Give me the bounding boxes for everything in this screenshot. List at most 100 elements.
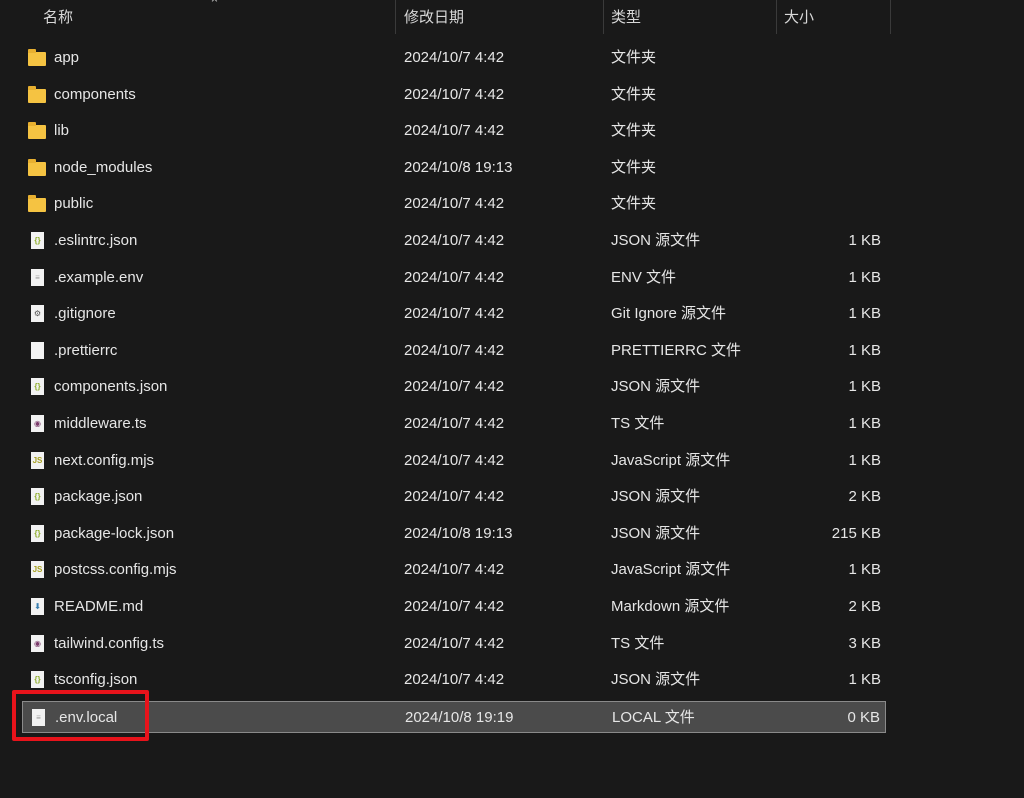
file-date: 2024/10/7 4:42: [404, 561, 505, 579]
file-date: 2024/10/7 4:42: [404, 49, 505, 66]
file-type: PRETTIERRC 文件: [611, 341, 742, 359]
file-type: Markdown 源文件: [611, 598, 730, 615]
column-size[interactable]: 大小: [784, 0, 814, 36]
file-size: 1 KB: [848, 561, 881, 579]
file-name: .prettierrc: [54, 341, 118, 359]
file-type: 文件夹: [611, 85, 657, 103]
file-size: 1 KB: [848, 451, 881, 469]
file-type: 文件夹: [611, 122, 657, 140]
file-size: 1 KB: [848, 378, 881, 396]
folder-icon: [28, 158, 46, 176]
json-file-icon: {}: [31, 671, 44, 689]
file-name: .example.env: [54, 268, 144, 286]
file-size: 1 KB: [848, 671, 881, 689]
file-row[interactable]: components 2024/10/7 4:42 文件夹: [22, 79, 886, 111]
file-row[interactable]: {} package-lock.json 2024/10/8 19:13 JSON 源…: [22, 518, 886, 550]
gear-file-icon: ⚙: [31, 305, 44, 323]
markdown-file-icon: ⬇: [31, 598, 44, 615]
file-type: 文件夹: [611, 158, 657, 176]
file-date: 2024/10/7 4:42: [404, 451, 505, 469]
file-row[interactable]: JS next.config.mjs 2024/10/7 4:42 JavaScrip…: [22, 445, 886, 477]
file-row[interactable]: public 2024/10/7 4:42 文件夹: [22, 188, 886, 220]
file-type: JSON 源文件: [611, 378, 701, 396]
folder-icon: [28, 195, 46, 213]
file-type: JSON 源文件: [611, 232, 701, 249]
file-date: 2024/10/8 19:13: [404, 524, 513, 542]
file-name: node_modules: [54, 158, 153, 176]
file-date: 2024/10/8 19:19: [405, 708, 514, 726]
file-date: 2024/10/7 4:42: [404, 305, 505, 323]
ts-file-icon: ◉: [31, 415, 44, 432]
file-date: 2024/10/7 4:42: [404, 415, 505, 432]
file-name: postcss.config.mjs: [54, 561, 177, 579]
file-size: 1 KB: [848, 268, 881, 286]
sort-ascending-icon[interactable]: ⌃: [209, 0, 220, 12]
folder-icon: [28, 122, 46, 140]
file-size: 215 KB: [831, 524, 881, 542]
json-file-icon: {}: [31, 378, 44, 396]
file-row[interactable]: {} tsconfig.json 2024/10/7 4:42 JSON 源文件 1 K…: [22, 664, 886, 696]
file-row[interactable]: {} components.json 2024/10/7 4:42 JSON 源文件 1…: [22, 371, 886, 403]
file-type: Git Ignore 源文件: [611, 305, 727, 323]
file-date: 2024/10/7 4:42: [404, 268, 505, 286]
file-size: 1 KB: [848, 415, 881, 432]
file-row[interactable]: {} .eslintrc.json 2024/10/7 4:42 JSON 源文件 1 …: [22, 225, 886, 257]
column-name[interactable]: 名称: [43, 0, 73, 36]
file-date: 2024/10/7 4:42: [404, 634, 505, 652]
file-size: 2 KB: [848, 598, 881, 615]
file-row[interactable]: ◉ middleware.ts 2024/10/7 4:42 TS 文件 1 KB: [22, 408, 886, 440]
blank-file-icon: [31, 341, 44, 359]
file-name: package.json: [54, 488, 143, 506]
file-date: 2024/10/7 4:42: [404, 85, 505, 103]
json-file-icon: {}: [31, 524, 44, 542]
file-type: JSON 源文件: [611, 524, 701, 542]
file-size: 3 KB: [848, 634, 881, 652]
file-type: 文件夹: [611, 195, 657, 213]
file-name: public: [54, 195, 94, 213]
file-type: ENV 文件: [611, 268, 677, 286]
file-name: .eslintrc.json: [54, 232, 138, 249]
file-row[interactable]: ⬇ README.md 2024/10/7 4:42 Markdown 源文件 2 KB: [22, 591, 886, 623]
file-name: tailwind.config.ts: [54, 634, 165, 652]
highlight-box: [12, 690, 149, 741]
js-file-icon: JS: [31, 451, 44, 469]
column-divider[interactable]: [603, 0, 604, 34]
file-row[interactable]: {} package.json 2024/10/7 4:42 JSON 源文件 2 KB: [22, 481, 886, 513]
file-size: 1 KB: [848, 232, 881, 249]
file-date: 2024/10/7 4:42: [404, 671, 505, 689]
column-date[interactable]: 修改日期: [404, 0, 464, 36]
file-row[interactable]: .prettierrc 2024/10/7 4:42 PRETTIERRC 文件 1 …: [22, 335, 886, 367]
column-divider[interactable]: [776, 0, 777, 34]
file-date: 2024/10/7 4:42: [404, 122, 505, 140]
json-file-icon: {}: [31, 488, 44, 506]
file-row[interactable]: ≡ .env.local 2024/10/8 19:19 LOCAL 文件 0 KB: [22, 700, 886, 733]
js-file-icon: JS: [31, 561, 44, 579]
file-row[interactable]: ◉ tailwind.config.ts 2024/10/7 4:42 TS 文件 3 …: [22, 628, 886, 660]
column-divider[interactable]: [890, 0, 891, 34]
file-row[interactable]: app 2024/10/7 4:42 文件夹: [22, 42, 886, 74]
file-row[interactable]: ≡ .example.env 2024/10/7 4:42 ENV 文件 1 KB: [22, 262, 886, 294]
file-size: 1 KB: [848, 305, 881, 323]
file-name: middleware.ts: [54, 415, 147, 432]
file-size: 1 KB: [848, 341, 881, 359]
file-name: .gitignore: [54, 305, 116, 323]
file-name: components.json: [54, 378, 168, 396]
column-type[interactable]: 类型: [611, 0, 641, 36]
file-date: 2024/10/8 19:13: [404, 158, 513, 176]
file-row[interactable]: ⚙ .gitignore 2024/10/7 4:42 Git Ignore 源文件 1…: [22, 298, 886, 330]
file-name: next.config.mjs: [54, 451, 155, 469]
column-divider[interactable]: [395, 0, 396, 34]
file-row[interactable]: lib 2024/10/7 4:42 文件夹: [22, 115, 886, 147]
file-type: JSON 源文件: [611, 488, 701, 506]
file-date: 2024/10/7 4:42: [404, 341, 505, 359]
file-type: 文件夹: [611, 49, 657, 66]
text-file-icon: ≡: [31, 268, 44, 286]
file-row[interactable]: JS postcss.config.mjs 2024/10/7 4:42 JavaSc…: [22, 554, 886, 586]
folder-icon: [28, 49, 46, 66]
file-row[interactable]: node_modules 2024/10/8 19:13 文件夹: [22, 152, 886, 184]
file-name: app: [54, 49, 80, 66]
file-date: 2024/10/7 4:42: [404, 232, 505, 249]
file-size: 2 KB: [848, 488, 881, 506]
json-file-icon: {}: [31, 232, 44, 249]
file-type: TS 文件: [611, 634, 665, 652]
